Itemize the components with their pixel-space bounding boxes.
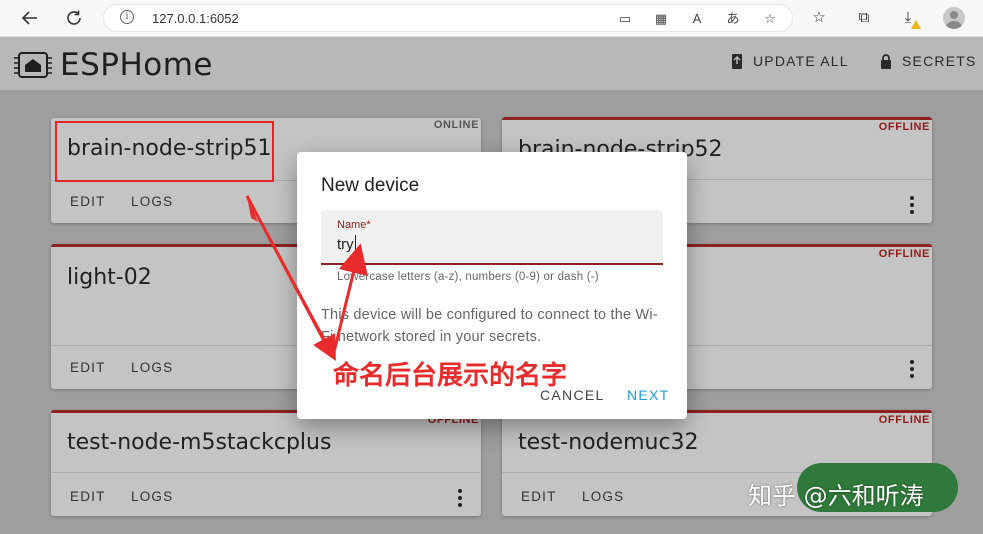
- name-input-value: try: [337, 236, 354, 253]
- more-vert-icon[interactable]: [910, 196, 914, 217]
- edit-button[interactable]: EDIT: [70, 360, 106, 375]
- logs-button[interactable]: LOGS: [582, 489, 624, 504]
- app-title: ESPHome: [60, 47, 214, 83]
- secrets-button[interactable]: SECRETS: [880, 53, 977, 69]
- logs-button[interactable]: LOGS: [131, 194, 173, 209]
- edit-button[interactable]: EDIT: [70, 489, 106, 504]
- upload-device-icon: [732, 53, 742, 69]
- name-helper-text: Lowercase letters (a-z), numbers (0-9) o…: [337, 271, 599, 283]
- read-aloud-icon[interactable]: A: [687, 9, 707, 29]
- browser-toolbar: i 127.0.0.1:6052 ▭ ▦ A あ ☆ ☆ ⧉ ⤓: [0, 0, 983, 37]
- address-bar[interactable]: i 127.0.0.1:6052 ▭ ▦ A あ ☆: [103, 4, 793, 32]
- text-caret: [354, 235, 356, 253]
- favorites-icon[interactable]: ☆: [808, 7, 830, 29]
- device-icon[interactable]: ▭: [615, 9, 635, 29]
- update-all-label: UPDATE ALL: [753, 53, 849, 69]
- profile-avatar[interactable]: [943, 7, 965, 29]
- edit-button[interactable]: EDIT: [521, 489, 557, 504]
- device-name: light-02: [67, 265, 152, 290]
- favorite-add-icon[interactable]: ☆: [760, 9, 780, 29]
- secrets-label: SECRETS: [902, 53, 977, 69]
- status-badge: ONLINE: [433, 119, 479, 131]
- watermark-text: 知乎 @六和听涛: [748, 482, 924, 510]
- info-icon[interactable]: i: [120, 10, 134, 24]
- annotation-label: 命名后台展示的名字: [333, 361, 568, 391]
- qr-icon[interactable]: ▦: [651, 9, 671, 29]
- status-badge: OFFLINE: [878, 414, 930, 426]
- logs-button[interactable]: LOGS: [131, 489, 173, 504]
- update-all-button[interactable]: UPDATE ALL: [731, 53, 849, 69]
- reload-icon[interactable]: [63, 7, 85, 29]
- name-field[interactable]: Name* try: [321, 210, 663, 265]
- dialog-title: New device: [321, 175, 420, 196]
- esphome-logo-icon: [14, 52, 52, 78]
- name-field-label: Name*: [337, 219, 371, 231]
- translate-icon[interactable]: あ: [723, 9, 743, 29]
- back-icon[interactable]: [19, 7, 41, 29]
- url-text[interactable]: 127.0.0.1:6052: [152, 11, 239, 26]
- annotation-highlight-box: [55, 121, 274, 182]
- device-name: test-node-m5stackcplus: [67, 430, 332, 455]
- more-vert-icon[interactable]: [458, 489, 462, 510]
- card-divider: [51, 472, 481, 473]
- status-badge: OFFLINE: [878, 121, 930, 133]
- collections-icon[interactable]: ⧉: [853, 7, 875, 29]
- lock-icon: [881, 53, 891, 69]
- dialog-description: This device will be configured to connec…: [321, 307, 658, 345]
- next-button[interactable]: NEXT: [627, 387, 670, 403]
- warning-icon: [911, 20, 921, 29]
- app-header: ESPHome UPDATE ALL SECRETS: [0, 37, 983, 90]
- device-name: test-nodemuc32: [518, 430, 699, 455]
- logs-button[interactable]: LOGS: [131, 360, 173, 375]
- edit-button[interactable]: EDIT: [70, 194, 106, 209]
- name-input[interactable]: try: [337, 235, 356, 253]
- device-card: test-node-m5stackcplus OFFLINE EDIT LOGS: [51, 410, 481, 516]
- status-badge: OFFLINE: [878, 248, 930, 260]
- more-vert-icon[interactable]: [910, 360, 914, 381]
